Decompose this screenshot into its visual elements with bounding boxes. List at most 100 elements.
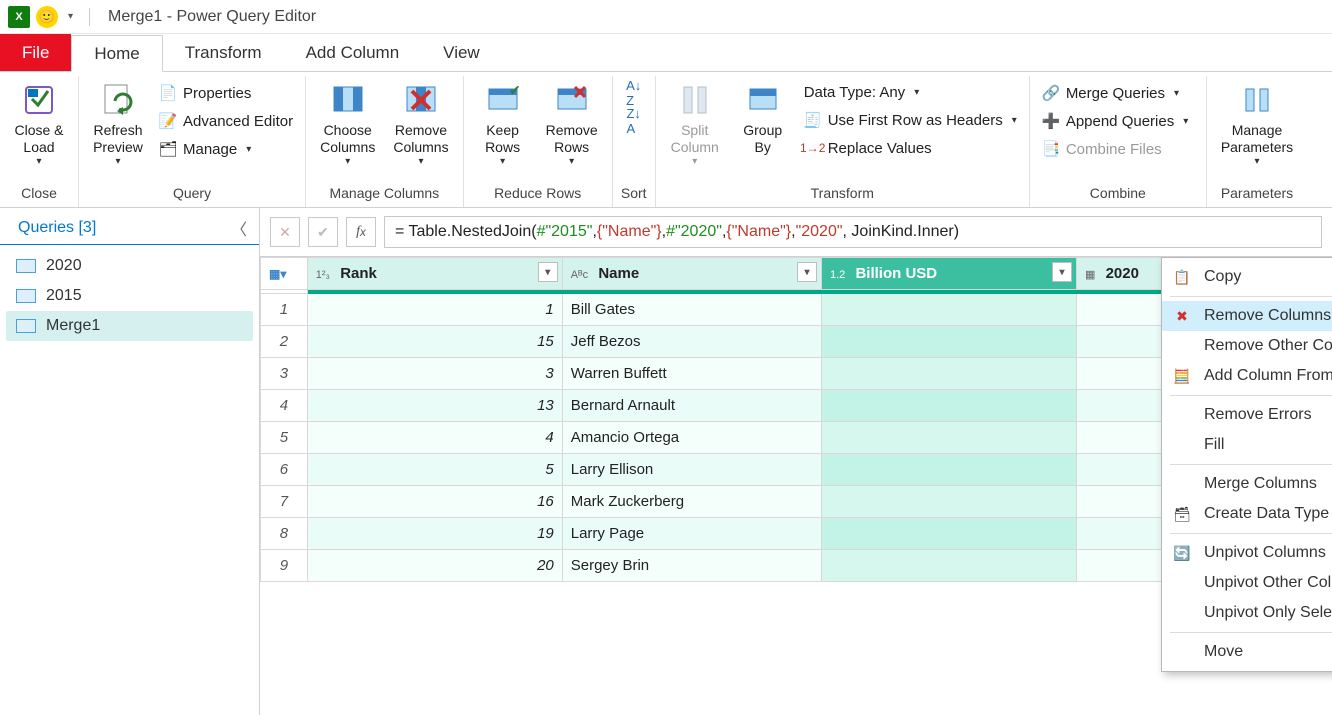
cell-billion-usd[interactable]	[822, 518, 1077, 550]
column-header-billion-usd[interactable]: 1.2 Billion USD ▾	[822, 258, 1077, 290]
row-number: 7	[261, 486, 308, 518]
ctx-merge-columns[interactable]: Merge Columns	[1162, 469, 1332, 499]
cell-rank[interactable]: 16	[307, 486, 562, 518]
remove-columns-button[interactable]: Remove Columns ▾	[387, 80, 454, 170]
ctx-copy[interactable]: 📋 Copy	[1162, 262, 1332, 292]
menu-separator	[1170, 632, 1332, 633]
cell-billion-usd[interactable]	[822, 486, 1077, 518]
cell-billion-usd[interactable]	[822, 454, 1077, 486]
cell-rank[interactable]: 1	[307, 294, 562, 326]
cell-name[interactable]: Jeff Bezos	[562, 326, 821, 358]
ctx-unpivot-columns[interactable]: 🔄 Unpivot Columns	[1162, 538, 1332, 568]
cell-name[interactable]: Amancio Ortega	[562, 422, 821, 454]
tab-file[interactable]: File	[0, 34, 71, 71]
tab-home[interactable]: Home	[71, 35, 162, 72]
group-label-query: Query	[87, 183, 297, 205]
query-item-2015[interactable]: 2015	[6, 281, 253, 311]
ribbon-group-parameters: Manage Parameters ▾ Parameters	[1207, 76, 1307, 207]
ctx-remove-other-columns[interactable]: Remove Other Columns	[1162, 331, 1332, 361]
cell-name[interactable]: Mark Zuckerberg	[562, 486, 821, 518]
group-label-reduce-rows: Reduce Rows	[472, 183, 604, 205]
manage-button[interactable]: 🗂 Manage	[155, 138, 297, 160]
column-filter-icon[interactable]: ▾	[1052, 262, 1072, 282]
replace-values-button[interactable]: 1→2 Replace Values	[800, 137, 1021, 159]
advanced-editor-button[interactable]: 📝 Advanced Editor	[155, 110, 297, 132]
cell-rank[interactable]: 20	[307, 550, 562, 582]
cell-rank[interactable]: 4	[307, 422, 562, 454]
properties-button[interactable]: 📄 Properties	[155, 82, 297, 104]
data-type-icon: 🗃	[1172, 504, 1192, 524]
fx-button[interactable]: fx	[346, 217, 376, 247]
tab-view[interactable]: View	[421, 34, 502, 71]
accept-formula-button[interactable]: ✔	[308, 217, 338, 247]
sort-descending-button[interactable]: Z↓A	[621, 110, 647, 132]
cell-billion-usd[interactable]	[822, 390, 1077, 422]
ctx-fill[interactable]: Fill ▶	[1162, 430, 1332, 460]
queries-header[interactable]: Queries [3] 〈	[0, 208, 259, 245]
cell-name[interactable]: Larry Page	[562, 518, 821, 550]
group-by-button[interactable]: Group By	[732, 80, 794, 158]
advanced-editor-icon: 📝	[159, 112, 177, 130]
cell-name[interactable]: Warren Buffett	[562, 358, 821, 390]
cell-name[interactable]: Sergey Brin	[562, 550, 821, 582]
ctx-remove-columns[interactable]: ✖ Remove Columns	[1162, 301, 1332, 331]
collapse-pane-icon[interactable]: 〈	[231, 216, 247, 240]
split-column-button[interactable]: Split Column ▾	[664, 80, 726, 170]
menu-separator	[1170, 296, 1332, 297]
table-icon	[16, 319, 36, 333]
smiley-icon[interactable]: 🙂	[36, 6, 58, 28]
ctx-remove-errors[interactable]: Remove Errors	[1162, 400, 1332, 430]
x-icon: ✕	[279, 224, 291, 241]
ctx-unpivot-other-columns[interactable]: Unpivot Other Columns	[1162, 568, 1332, 598]
cell-billion-usd[interactable]	[822, 550, 1077, 582]
remove-rows-button[interactable]: Remove Rows ▾	[540, 80, 604, 170]
ctx-create-data-type[interactable]: 🗃 Create Data Type	[1162, 499, 1332, 529]
row-number: 2	[261, 326, 308, 358]
table-menu-icon[interactable]: ▦▾	[269, 267, 286, 281]
tab-transform[interactable]: Transform	[163, 34, 284, 71]
column-header-rank[interactable]: 1²₃ Rank ▾	[307, 258, 562, 290]
cell-name[interactable]: Larry Ellison	[562, 454, 821, 486]
append-queries-button[interactable]: ➕ Append Queries	[1038, 110, 1198, 132]
cell-rank[interactable]: 5	[307, 454, 562, 486]
refresh-preview-button[interactable]: Refresh Preview ▾	[87, 80, 149, 170]
cell-billion-usd[interactable]	[822, 294, 1077, 326]
sort-asc-icon: A↓Z	[625, 84, 643, 102]
query-item-2020[interactable]: 2020	[6, 251, 253, 281]
cell-rank[interactable]: 15	[307, 326, 562, 358]
cell-rank[interactable]: 13	[307, 390, 562, 422]
parameters-icon	[1239, 82, 1275, 118]
row-number-header[interactable]: ▦▾	[261, 258, 308, 290]
menu-separator	[1170, 395, 1332, 396]
column-filter-icon[interactable]: ▾	[538, 262, 558, 282]
data-grid[interactable]: ▦▾ 1²₃ Rank ▾ Aᴮc Name ▾	[260, 257, 1332, 715]
cell-rank[interactable]: 3	[307, 358, 562, 390]
first-row-headers-button[interactable]: 🧾 Use First Row as Headers	[800, 109, 1021, 131]
ribbon-group-sort: A↓Z Z↓A Sort	[613, 76, 656, 207]
cell-name[interactable]: Bill Gates	[562, 294, 821, 326]
cell-billion-usd[interactable]	[822, 326, 1077, 358]
ctx-unpivot-only-selected[interactable]: Unpivot Only Selected Columns	[1162, 598, 1332, 628]
query-item-merge1[interactable]: Merge1	[6, 311, 253, 341]
data-type-button[interactable]: Data Type: Any	[800, 82, 1021, 103]
cell-name[interactable]: Bernard Arnault	[562, 390, 821, 422]
tab-add-column[interactable]: Add Column	[284, 34, 422, 71]
cell-billion-usd[interactable]	[822, 422, 1077, 454]
cancel-formula-button[interactable]: ✕	[270, 217, 300, 247]
column-header-name[interactable]: Aᴮc Name ▾	[562, 258, 821, 290]
qat-dropdown-icon[interactable]: ▾	[64, 11, 77, 22]
row-number: 5	[261, 422, 308, 454]
ctx-add-column-from-examples[interactable]: 🧮 Add Column From Examples...	[1162, 361, 1332, 391]
ctx-move[interactable]: Move ▶	[1162, 637, 1332, 667]
cell-billion-usd[interactable]	[822, 358, 1077, 390]
keep-rows-button[interactable]: ✔ Keep Rows ▾	[472, 80, 534, 170]
manage-parameters-button[interactable]: Manage Parameters ▾	[1215, 80, 1299, 170]
sort-ascending-button[interactable]: A↓Z	[621, 82, 647, 104]
choose-columns-button[interactable]: Choose Columns ▾	[314, 80, 381, 170]
cell-rank[interactable]: 19	[307, 518, 562, 550]
formula-input[interactable]: = Table.NestedJoin( #"2015", {"Name"}, #…	[384, 216, 1322, 248]
close-and-load-button[interactable]: Close & Load ▾	[8, 80, 70, 170]
merge-queries-button[interactable]: 🔗 Merge Queries	[1038, 82, 1198, 104]
window-title: Merge1 - Power Query Editor	[102, 8, 316, 26]
column-filter-icon[interactable]: ▾	[797, 262, 817, 282]
